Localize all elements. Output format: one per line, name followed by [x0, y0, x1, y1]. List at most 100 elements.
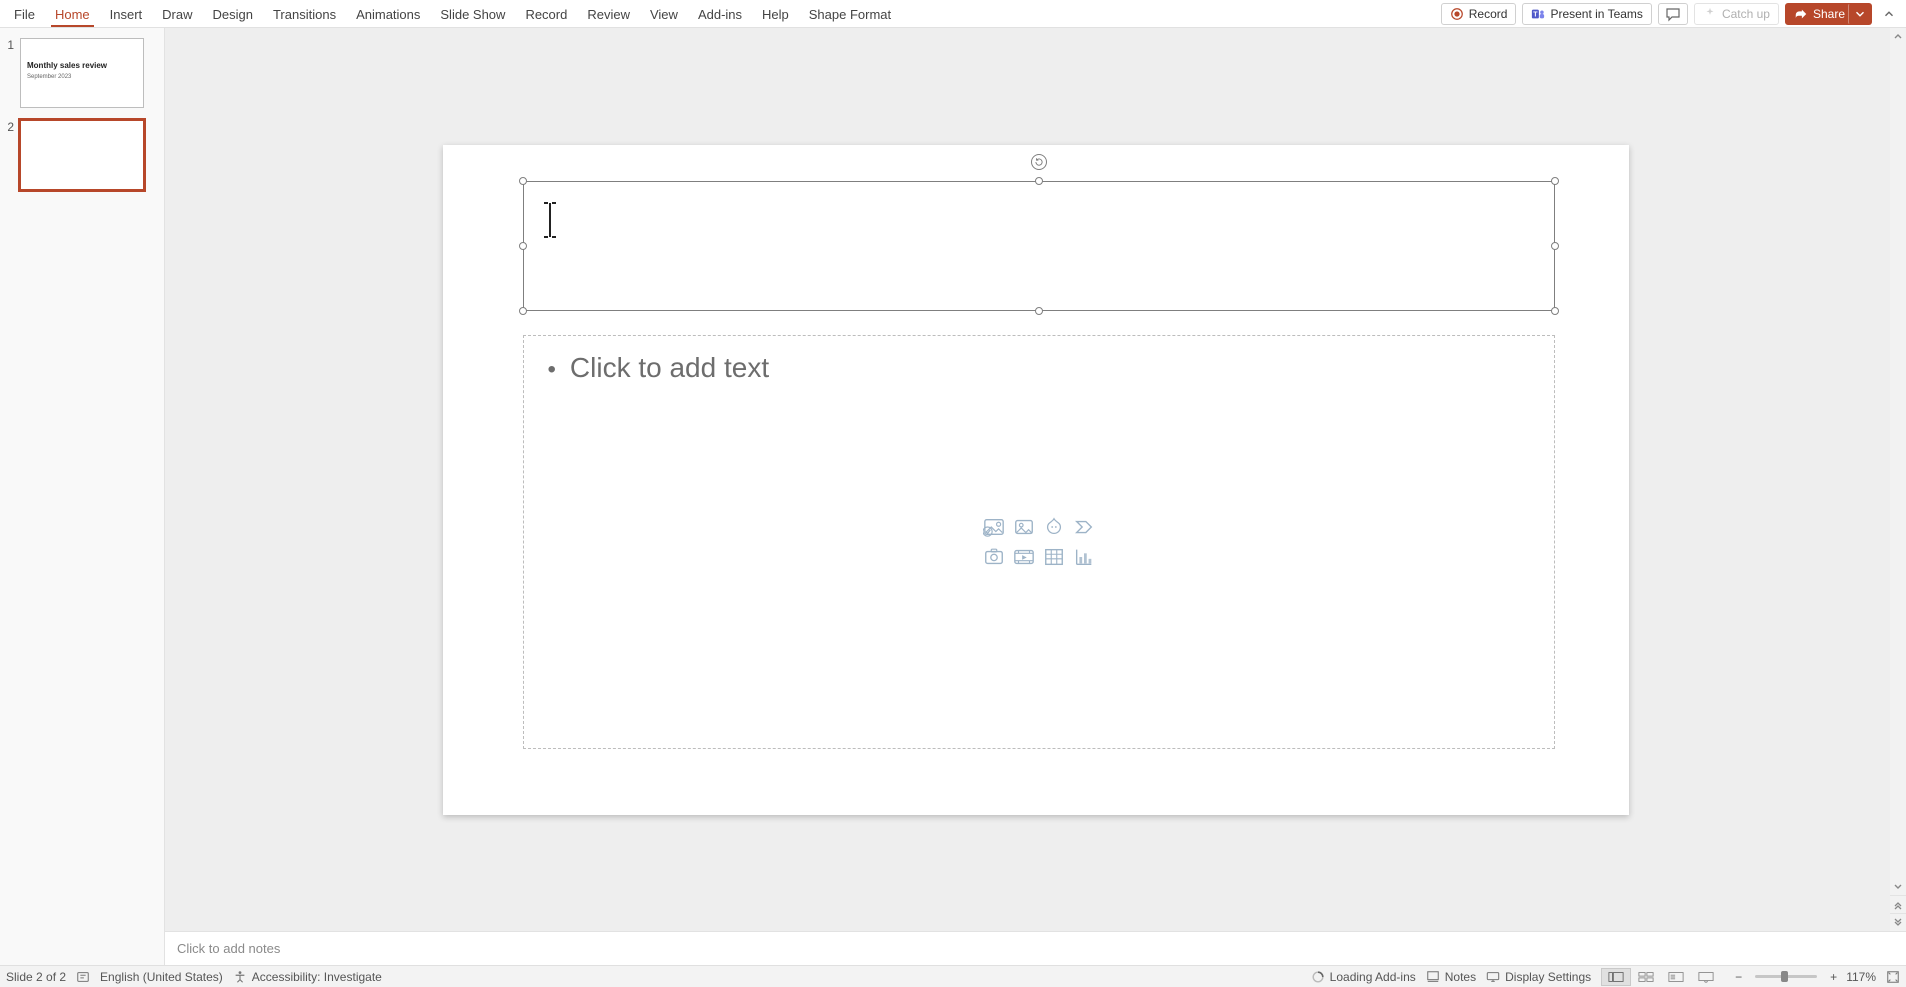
slide-sorter-view-button[interactable]: [1631, 968, 1661, 986]
editor-area: • Click to add text: [165, 28, 1906, 965]
bullet-icon: •: [548, 352, 556, 388]
chevron-down-icon: [1853, 7, 1867, 21]
resize-handle-bm[interactable]: [1035, 307, 1043, 315]
vertical-scrollbar[interactable]: [1890, 28, 1906, 931]
notes-icon: [1426, 970, 1440, 984]
fit-icon: [1886, 970, 1900, 984]
zoom-out-button[interactable]: −: [1731, 970, 1746, 984]
ribbon-tab-insert[interactable]: Insert: [100, 0, 153, 27]
slide-canvas[interactable]: • Click to add text: [443, 145, 1629, 815]
slide-thumbnail[interactable]: Monthly sales review September 2023: [20, 38, 144, 108]
resize-handle-tl[interactable]: [519, 177, 527, 185]
insert-video-icon[interactable]: [1011, 544, 1037, 570]
insert-table-icon[interactable]: [1041, 544, 1067, 570]
accessibility-label: Accessibility: Investigate: [252, 970, 382, 984]
content-placeholder[interactable]: • Click to add text: [523, 335, 1555, 749]
zoom-slider-knob[interactable]: [1781, 971, 1788, 982]
notes-pane[interactable]: Click to add notes: [165, 931, 1906, 965]
ribbon-tab-record[interactable]: Record: [515, 0, 577, 27]
share-dropdown[interactable]: [1848, 3, 1872, 25]
scroll-up-button[interactable]: [1890, 28, 1906, 44]
thumbnail-number: 2: [0, 120, 14, 134]
share-button[interactable]: Share: [1785, 3, 1854, 25]
thumbnail-row: 2: [0, 120, 158, 190]
svg-text:T: T: [1534, 11, 1539, 18]
ribbon-tab-design[interactable]: Design: [203, 0, 263, 27]
language-button[interactable]: English (United States): [100, 970, 223, 984]
accessibility-button[interactable]: Accessibility: Investigate: [233, 970, 382, 984]
catch-up-label: Catch up: [1722, 7, 1770, 21]
ribbon-tab-review[interactable]: Review: [577, 0, 640, 27]
content-placeholder-text: • Click to add text: [548, 352, 1530, 388]
slideshow-view-button[interactable]: [1691, 968, 1721, 986]
resize-handle-bl[interactable]: [519, 307, 527, 315]
next-slide-button[interactable]: [1890, 913, 1906, 931]
fit-to-window-button[interactable]: [1886, 970, 1900, 984]
record-icon: [1450, 7, 1464, 21]
insert-stock-images-icon[interactable]: [981, 514, 1007, 540]
resize-handle-tm[interactable]: [1035, 177, 1043, 185]
insert-icons-icon[interactable]: [1041, 514, 1067, 540]
rotate-handle[interactable]: [1031, 154, 1047, 170]
resize-handle-ml[interactable]: [519, 242, 527, 250]
ribbon-tab-help[interactable]: Help: [752, 0, 799, 27]
record-button[interactable]: Record: [1441, 3, 1517, 25]
ribbon-tab-view[interactable]: View: [640, 0, 688, 27]
ribbon-tabs-container: FileHomeInsertDrawDesignTransitionsAnima…: [4, 0, 901, 27]
scroll-down-button[interactable]: [1890, 879, 1906, 895]
slide-canvas-viewport[interactable]: • Click to add text: [165, 28, 1906, 931]
present-in-teams-button[interactable]: T Present in Teams: [1522, 3, 1652, 25]
spellcheck-button[interactable]: [76, 970, 90, 984]
slide-counter[interactable]: Slide 2 of 2: [6, 970, 66, 984]
view-buttons: [1601, 968, 1721, 986]
zoom-controls: − + 117%: [1731, 970, 1876, 984]
resize-handle-br[interactable]: [1551, 307, 1559, 315]
catch-up-button: Catch up: [1694, 3, 1779, 25]
ribbon-tab-animations[interactable]: Animations: [346, 0, 430, 27]
content-placeholder-label: Click to add text: [570, 352, 769, 384]
chevron-down-icon: [1893, 882, 1903, 892]
reading-view-button[interactable]: [1661, 968, 1691, 986]
slide-counter-label: Slide 2 of 2: [6, 970, 66, 984]
ribbon-tab-home[interactable]: Home: [45, 0, 100, 27]
ribbon-tab-transitions[interactable]: Transitions: [263, 0, 346, 27]
ribbon-tab-slide-show[interactable]: Slide Show: [430, 0, 515, 27]
insert-smartart-icon[interactable]: [1071, 514, 1097, 540]
insert-cameo-icon[interactable]: [981, 544, 1007, 570]
slide-thumbnail[interactable]: [20, 120, 144, 190]
title-placeholder[interactable]: [523, 181, 1555, 311]
zoom-in-button[interactable]: +: [1826, 970, 1841, 984]
ribbon-tab-add-ins[interactable]: Add-ins: [688, 0, 752, 27]
slide-thumbnail-panel[interactable]: 1Monthly sales reviewSeptember 20232: [0, 28, 165, 965]
notes-toggle-label: Notes: [1445, 970, 1476, 984]
sparkle-icon: [1703, 7, 1717, 21]
thumbnail-subtitle: September 2023: [27, 74, 137, 80]
previous-slide-button[interactable]: [1890, 895, 1906, 913]
zoom-level-button[interactable]: 117%: [1846, 970, 1876, 984]
comments-button[interactable]: [1658, 3, 1688, 25]
content-insert-icon-grid: [981, 514, 1097, 570]
insert-chart-icon[interactable]: [1071, 544, 1097, 570]
ribbon-tab-file[interactable]: File: [4, 0, 45, 27]
share-label: Share: [1813, 7, 1845, 21]
insert-pictures-icon[interactable]: [1011, 514, 1037, 540]
ribbon-tab-shape-format[interactable]: Shape Format: [799, 0, 901, 27]
ribbon-right-actions: Record T Present in Teams Catch up Share: [1441, 0, 1906, 27]
display-settings-button[interactable]: Display Settings: [1486, 970, 1591, 984]
teams-icon: T: [1531, 7, 1545, 21]
ribbon-tabs-bar: FileHomeInsertDrawDesignTransitionsAnima…: [0, 0, 1906, 28]
notes-toggle-button[interactable]: Notes: [1426, 970, 1476, 984]
resize-handle-tr[interactable]: [1551, 177, 1559, 185]
share-icon: [1794, 7, 1808, 21]
sorter-view-icon: [1638, 971, 1654, 983]
reading-view-icon: [1668, 971, 1684, 983]
collapse-ribbon-button[interactable]: [1878, 7, 1900, 21]
language-label: English (United States): [100, 970, 223, 984]
double-chevron-down-icon: [1892, 917, 1904, 929]
thumbnail-title: Monthly sales review: [27, 61, 137, 70]
zoom-slider[interactable]: [1755, 975, 1817, 978]
chevron-up-icon: [1882, 7, 1896, 21]
normal-view-button[interactable]: [1601, 968, 1631, 986]
resize-handle-mr[interactable]: [1551, 242, 1559, 250]
ribbon-tab-draw[interactable]: Draw: [152, 0, 202, 27]
